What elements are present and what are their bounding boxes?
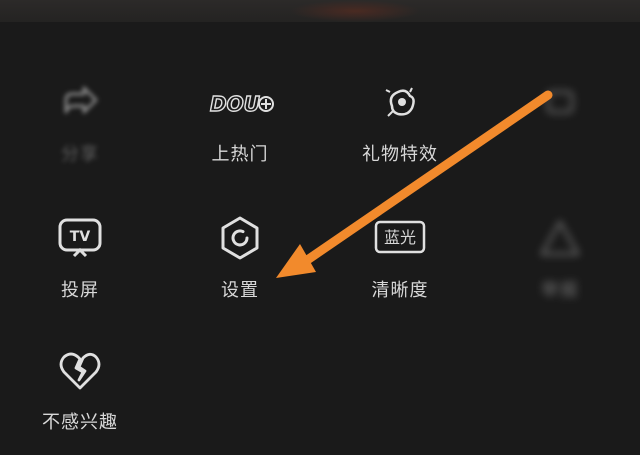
- video-preview-blur: [290, 0, 420, 22]
- tv-cast-label: 投屏: [61, 280, 99, 301]
- gift-effect-icon: [376, 78, 424, 126]
- dou-plus-label: 上热门: [211, 144, 269, 165]
- dou-plus-button[interactable]: DOU 上热门: [180, 78, 300, 198]
- report-button[interactable]: 举报: [500, 214, 620, 334]
- resolution-label: 清晰度: [371, 280, 429, 301]
- settings-button[interactable]: 设置: [180, 214, 300, 334]
- settings-hexagon-icon: [216, 214, 264, 262]
- not-interested-label: 不感兴趣: [42, 412, 118, 433]
- broken-heart-icon: [56, 346, 104, 394]
- gift-effect-button[interactable]: 礼物特效: [340, 78, 460, 198]
- tv-text: TV: [70, 229, 91, 245]
- share-sheet-panel: 分享 DOU 上热门 礼物特效 TV 投屏 设置 蓝光 清晰度 举报 不感兴趣: [0, 22, 640, 455]
- blurred-icon: [536, 78, 584, 126]
- report-label: 举报: [541, 280, 579, 301]
- share-icon: [56, 78, 104, 126]
- not-interested-button[interactable]: 不感兴趣: [20, 346, 140, 455]
- screen: 分享 DOU 上热门 礼物特效 TV 投屏 设置 蓝光 清晰度 举报 不感兴趣: [0, 0, 640, 455]
- tv-cast-button[interactable]: TV 投屏: [20, 214, 140, 334]
- dou-text: DOU: [210, 92, 260, 116]
- resolution-icon-text: 蓝光: [384, 228, 416, 247]
- more-option-button[interactable]: [500, 78, 620, 198]
- gift-effect-label: 礼物特效: [362, 144, 438, 165]
- resolution-button[interactable]: 蓝光 清晰度: [340, 214, 460, 334]
- resolution-icon: 蓝光: [370, 214, 430, 262]
- settings-label: 设置: [221, 280, 259, 301]
- share-label: 分享: [61, 144, 99, 165]
- dou-plus-icon: DOU: [202, 78, 278, 126]
- share-button[interactable]: 分享: [20, 78, 140, 198]
- tv-cast-icon: TV: [56, 214, 104, 262]
- report-icon: [536, 214, 584, 262]
